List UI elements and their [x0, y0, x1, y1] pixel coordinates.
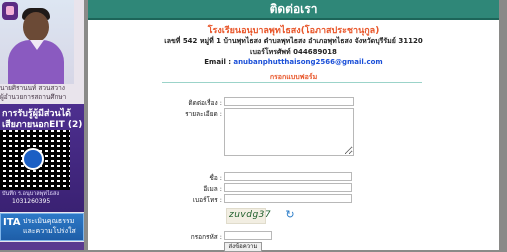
portrait-head [23, 12, 49, 42]
ita-logo: ITA [3, 217, 21, 228]
page: นายศิรานนท์ สวนสวาง ผู้อำนวยการสถานศึกษา… [0, 0, 507, 252]
qr-code[interactable] [0, 130, 70, 190]
page-title: ติดต่อเรา [269, 2, 318, 16]
right-gutter [499, 0, 507, 250]
email-label: Email : [204, 58, 232, 66]
captcha-image: zuvdg37 [226, 208, 271, 224]
share-icon[interactable] [22, 148, 44, 170]
refresh-icon[interactable]: ↻ [284, 209, 296, 221]
qr-caption: บันทึก ร.อนุบาลพุทไธสง [2, 191, 60, 197]
sidebar-bottom-block [0, 242, 84, 250]
form-divider [162, 82, 422, 83]
details-textarea[interactable] [224, 108, 354, 156]
captcha-text: zuvdg37 [229, 210, 272, 220]
director-role: ผู้อำนวยการสถานศึกษา [0, 93, 67, 101]
contact-subject-input[interactable] [224, 97, 354, 106]
captcha-label: กรอกรหัส : [190, 233, 222, 241]
name-input[interactable] [224, 172, 352, 181]
details-label: รายละเอียด : [185, 110, 222, 118]
school-email-row: Email : anubanphutthaisong2566@gmail.com [88, 58, 499, 66]
email-field-label: อีเมล : [203, 185, 222, 193]
school-address: เลขที่ 542 หมู่ที่ 1 บ้านพุทไธสง ตำบลพุท… [164, 37, 423, 45]
sidebar: นายศิรานนท์ สวนสวาง ผู้อำนวยการสถานศึกษา… [0, 0, 84, 250]
submit-button[interactable]: ส่งข้อความ [224, 242, 262, 252]
eit-banner[interactable]: การรับรู้ผู้มีส่วนได้ เสียภายนอกEIT (2) … [0, 104, 84, 212]
school-phone: เบอร์โทรศัพท์ 044689018 [250, 48, 337, 56]
qr-number: 1031260395 [12, 198, 51, 205]
school-name: โรงเรียนอนุบาลพุทไธสง(โอภาสประชานุกูล) [207, 26, 380, 36]
school-email-link[interactable]: anubanphutthaisong2566@gmail.com [233, 58, 382, 66]
page-header: ติดต่อเรา [88, 0, 499, 20]
phone-label: เบอร์โทร : [192, 196, 222, 204]
ita-banner-link[interactable]: ITA ประเมินคุณธรรม และความโปร่งใส [0, 213, 84, 241]
contact-subject-label: ติดต่อเรื่อง : [188, 99, 222, 107]
phone-input[interactable] [224, 194, 352, 203]
contact-content: โรงเรียนอนุบาลพุทไธสง(โอภาสประชานุกูล) เ… [88, 20, 499, 252]
eit-banner-subtitle: เสียภายนอกEIT (2) [2, 120, 83, 130]
school-emblem-icon [2, 2, 18, 20]
email-input[interactable] [224, 183, 352, 192]
name-label: ชื่อ : [209, 174, 222, 182]
director-name: นายศิรานนท์ สวนสวาง [0, 84, 65, 92]
ita-line-2: และความโปร่งใส [23, 227, 76, 235]
captcha-input[interactable] [224, 231, 272, 240]
